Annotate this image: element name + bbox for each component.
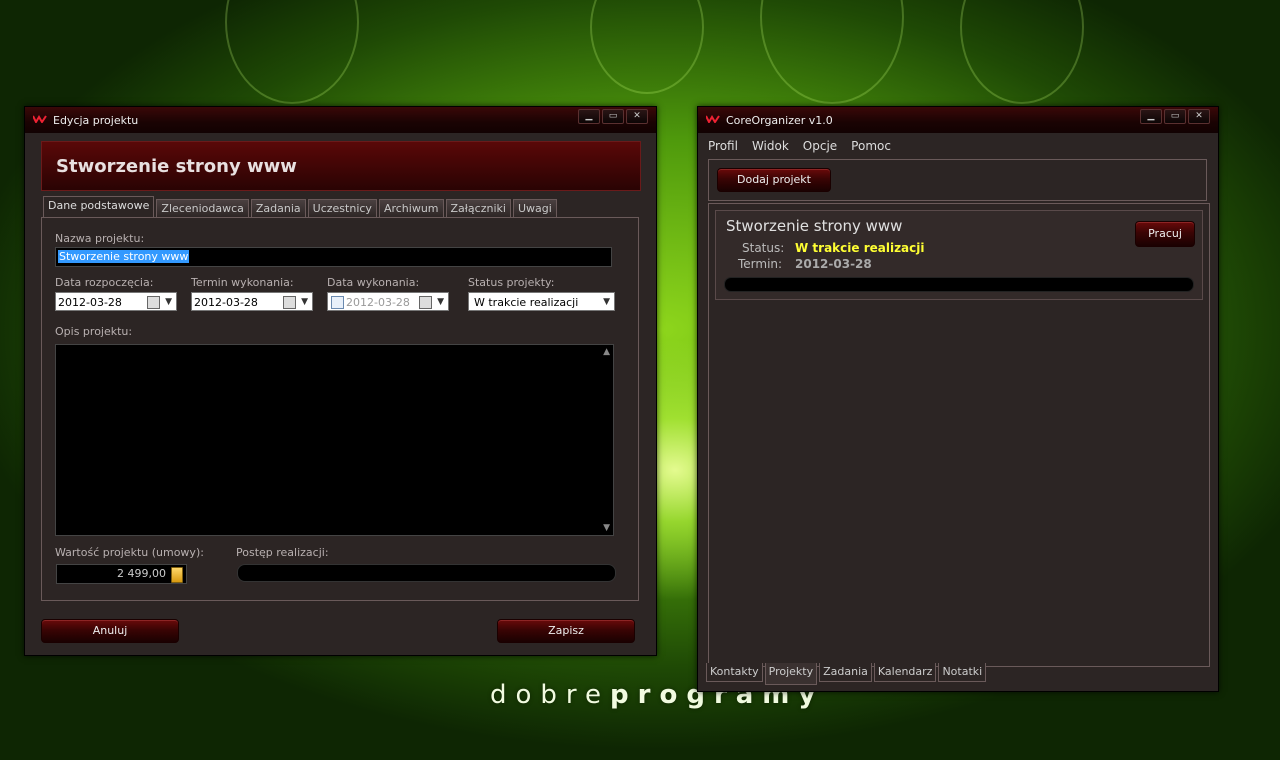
tab-uczestnicy[interactable]: Uczestnicy bbox=[307, 199, 377, 218]
completion-date-label: Data wykonania: bbox=[327, 276, 420, 289]
progress-bar bbox=[237, 564, 616, 582]
background-swirl bbox=[760, 0, 904, 104]
menu-widok[interactable]: Widok bbox=[752, 139, 789, 153]
scroll-up-icon[interactable]: ▲ bbox=[603, 347, 610, 357]
project-deadline-value: 2012-03-28 bbox=[795, 257, 872, 271]
app-logo-icon bbox=[706, 115, 720, 123]
app-logo-icon bbox=[33, 115, 47, 123]
close-icon[interactable]: ✕ bbox=[626, 109, 648, 124]
deadline-label: Termin wykonania: bbox=[191, 276, 294, 289]
project-value-label: Wartość projektu (umowy): bbox=[55, 546, 204, 559]
menu-profil[interactable]: Profil bbox=[708, 139, 738, 153]
start-date-picker[interactable]: 2012-03-28 ▼ bbox=[55, 292, 177, 311]
menu-bar: Profil Widok Opcje Pomoc bbox=[708, 139, 891, 153]
maximize-icon[interactable]: ▭ bbox=[602, 109, 624, 124]
calendar-icon[interactable] bbox=[419, 296, 432, 309]
tab-zleceniodawca[interactable]: Zleceniodawca bbox=[156, 199, 249, 218]
project-value-input[interactable]: 2 499,00 bbox=[56, 564, 187, 584]
edit-window-title: Edycja projektu bbox=[53, 114, 139, 127]
project-card-title: Stworzenie strony www bbox=[726, 217, 903, 235]
minimize-icon[interactable]: ▁ bbox=[1140, 109, 1162, 124]
project-header-band: Stworzenie strony www bbox=[41, 141, 641, 191]
status-select[interactable]: W trakcie realizacji ▼ bbox=[468, 292, 615, 311]
basic-data-panel: Nazwa projektu: Stworzenie strony www Da… bbox=[41, 217, 639, 601]
project-status-value: W trakcie realizacji bbox=[795, 241, 925, 255]
description-textarea[interactable]: ▲ ▼ bbox=[55, 344, 614, 536]
tab-kontakty[interactable]: Kontakty bbox=[706, 663, 763, 682]
calculator-icon[interactable] bbox=[171, 567, 183, 583]
edit-window-titlebar[interactable]: Edycja projektu ▁ ▭ ✕ bbox=[25, 107, 656, 133]
calendar-icon[interactable] bbox=[283, 296, 296, 309]
completion-checkbox[interactable] bbox=[331, 296, 344, 309]
menu-opcje[interactable]: Opcje bbox=[803, 139, 837, 153]
projects-panel: Stworzenie strony www Status: W trakcie … bbox=[708, 203, 1210, 667]
project-status-label: Status: bbox=[742, 241, 785, 255]
main-window-title: CoreOrganizer v1.0 bbox=[726, 114, 833, 127]
deadline-date-picker[interactable]: 2012-03-28 ▼ bbox=[191, 292, 313, 311]
tab-archiwum[interactable]: Archiwum bbox=[378, 199, 444, 218]
completion-date-picker[interactable]: 2012-03-28 ▼ bbox=[327, 292, 449, 311]
project-progress-bar bbox=[724, 277, 1194, 292]
project-name-input[interactable]: Stworzenie strony www bbox=[55, 247, 612, 267]
toolbar-panel: Dodaj projekt bbox=[708, 159, 1207, 201]
background-swirl bbox=[960, 0, 1084, 104]
minimize-icon[interactable]: ▁ bbox=[578, 109, 600, 124]
tab-zalaczniki[interactable]: Załączniki bbox=[445, 199, 511, 218]
menu-pomoc[interactable]: Pomoc bbox=[851, 139, 891, 153]
tab-kalendarz[interactable]: Kalendarz bbox=[873, 663, 937, 682]
project-header-title: Stworzenie strony www bbox=[56, 156, 297, 177]
bottom-tabs: Kontakty Projekty Zadania Kalendarz Nota… bbox=[706, 663, 987, 685]
dropdown-arrow-icon[interactable]: ▼ bbox=[603, 293, 610, 312]
start-date-label: Data rozpoczęcia: bbox=[55, 276, 154, 289]
progress-label: Postęp realizacji: bbox=[236, 546, 329, 559]
main-window: CoreOrganizer v1.0 ▁ ▭ ✕ Profil Widok Op… bbox=[697, 106, 1219, 692]
maximize-icon[interactable]: ▭ bbox=[1164, 109, 1186, 124]
background-swirl bbox=[225, 0, 359, 104]
cancel-button[interactable]: Anuluj bbox=[41, 619, 179, 643]
dropdown-arrow-icon[interactable]: ▼ bbox=[301, 293, 308, 312]
scroll-down-icon[interactable]: ▼ bbox=[603, 523, 610, 533]
edit-project-window: Edycja projektu ▁ ▭ ✕ Stworzenie strony … bbox=[24, 106, 657, 656]
background-swirl bbox=[590, 0, 704, 94]
main-window-titlebar[interactable]: CoreOrganizer v1.0 ▁ ▭ ✕ bbox=[698, 107, 1218, 133]
tab-zadania-main[interactable]: Zadania bbox=[819, 663, 872, 682]
project-card[interactable]: Stworzenie strony www Status: W trakcie … bbox=[715, 210, 1203, 300]
calendar-icon[interactable] bbox=[147, 296, 160, 309]
dropdown-arrow-icon[interactable]: ▼ bbox=[437, 293, 444, 312]
description-label: Opis projektu: bbox=[55, 325, 133, 338]
tab-zadania[interactable]: Zadania bbox=[250, 199, 306, 218]
project-name-label: Nazwa projektu: bbox=[55, 232, 145, 245]
tab-dane-podstawowe[interactable]: Dane podstawowe bbox=[43, 196, 155, 218]
tab-notatki[interactable]: Notatki bbox=[938, 663, 987, 682]
work-button[interactable]: Pracuj bbox=[1135, 221, 1195, 247]
tab-uwagi[interactable]: Uwagi bbox=[512, 199, 557, 218]
edit-tabs: Dane podstawowe Zleceniodawca Zadania Uc… bbox=[43, 196, 557, 218]
save-button[interactable]: Zapisz bbox=[497, 619, 635, 643]
status-label: Status projekty: bbox=[468, 276, 555, 289]
project-deadline-label: Termin: bbox=[738, 257, 783, 271]
close-icon[interactable]: ✕ bbox=[1188, 109, 1210, 124]
dropdown-arrow-icon[interactable]: ▼ bbox=[165, 293, 172, 312]
add-project-button[interactable]: Dodaj projekt bbox=[717, 168, 831, 192]
tab-projekty[interactable]: Projekty bbox=[764, 663, 818, 685]
